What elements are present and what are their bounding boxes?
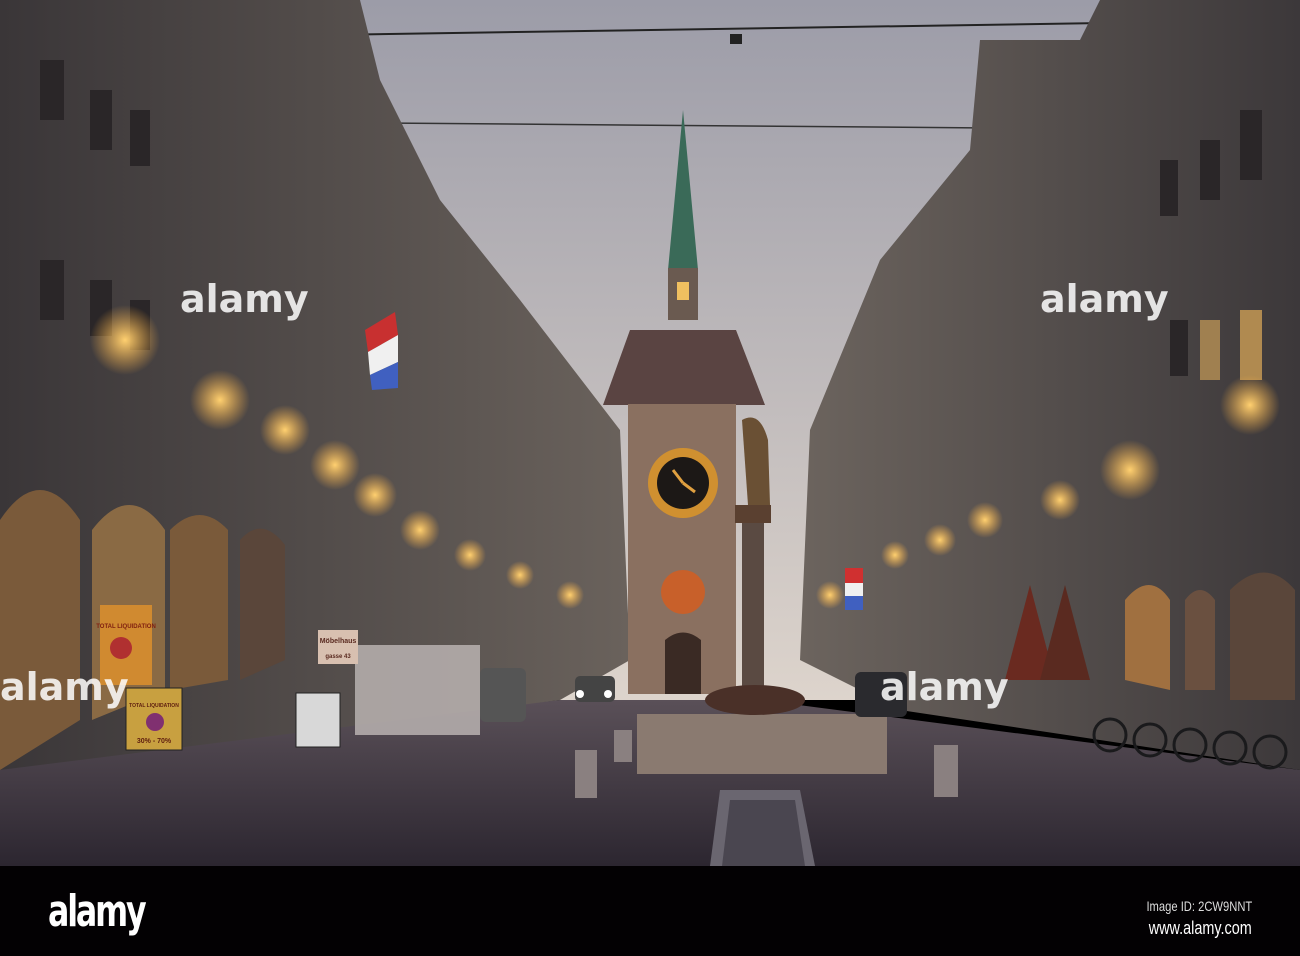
flag-right — [845, 568, 863, 610]
svg-text:alamy: alamy — [180, 277, 309, 321]
hanging-lamp — [730, 34, 742, 44]
website-link: www.alamy.com — [1149, 918, 1252, 938]
street-photo: TOTAL LIQUIDATION TOTAL LIQUIDATION 30% … — [0, 0, 1300, 866]
plant-sandwich-board — [295, 692, 341, 748]
shop-sign-name: Möbelhaus — [320, 638, 357, 645]
board-title: TOTAL LIQUIDATION — [129, 703, 179, 709]
sale-sign-title: TOTAL LIQUIDATION — [96, 624, 156, 630]
shop-sign-address: gasse 43 — [325, 654, 351, 660]
construction-fence — [355, 645, 480, 735]
astronomical-clock — [661, 570, 705, 614]
svg-text:alamy: alamy — [0, 665, 129, 709]
svg-text:alamy: alamy — [880, 665, 1009, 709]
shop-sign: Möbelhaus gasse 43 — [318, 630, 358, 664]
footer-bar: alamy Image ID: 2CW9NNT www.alamy.com — [0, 866, 1300, 956]
svg-text:alamy: alamy — [1040, 277, 1169, 321]
image-id: Image ID: 2CW9NNT — [1146, 898, 1252, 914]
board-discount: 30% - 70% — [137, 738, 172, 745]
sale-sandwich-board: TOTAL LIQUIDATION 30% - 70% — [125, 687, 183, 751]
alamy-logo: alamy — [48, 886, 147, 937]
